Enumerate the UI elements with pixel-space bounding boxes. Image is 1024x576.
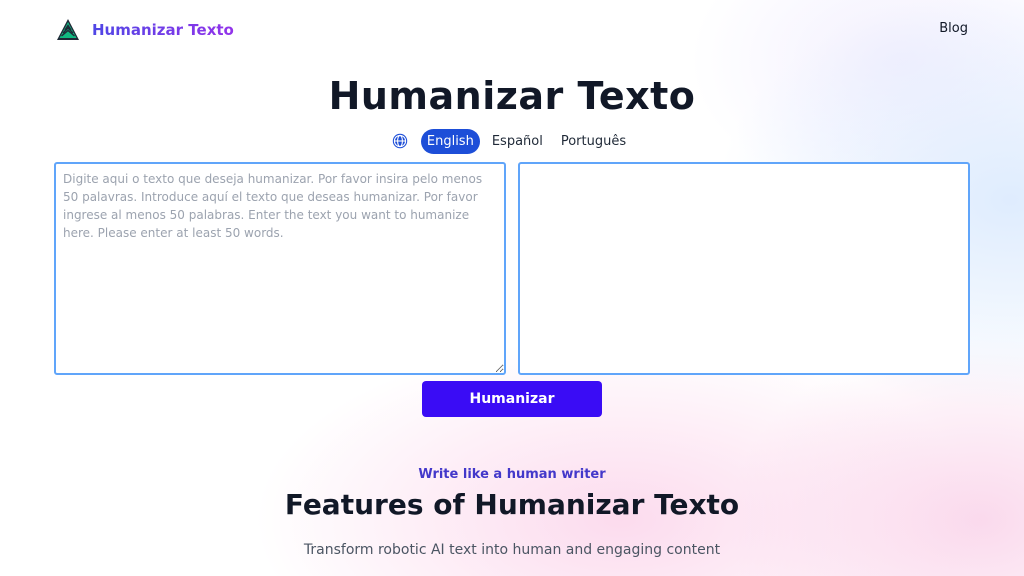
input-editor-container (54, 162, 506, 375)
brand-link[interactable]: Humanizar Texto (56, 18, 234, 42)
input-text-area[interactable] (56, 164, 504, 373)
features-eyebrow: Write like a human writer (418, 467, 606, 482)
language-switcher: English Español Português (0, 128, 1024, 154)
brand-name: Humanizar Texto (92, 21, 234, 39)
lang-espanol-button[interactable]: Español (486, 129, 549, 154)
lang-english-button[interactable]: English (420, 128, 480, 154)
output-editor-container (518, 162, 970, 375)
features-subtitle: Transform robotic AI text into human and… (303, 542, 721, 558)
lang-portugues-button[interactable]: Português (555, 129, 632, 154)
features-title: Features of Humanizar Texto (284, 488, 740, 521)
top-navbar: Humanizar Texto Blog (0, 0, 1024, 60)
pine-tree-icon (57, 19, 79, 40)
blog-link[interactable]: Blog (939, 21, 968, 36)
humanize-button[interactable]: Humanizar (422, 381, 602, 417)
output-text-area[interactable] (520, 164, 968, 373)
globe-icon (392, 133, 408, 149)
page-title: Humanizar Texto (328, 74, 696, 118)
